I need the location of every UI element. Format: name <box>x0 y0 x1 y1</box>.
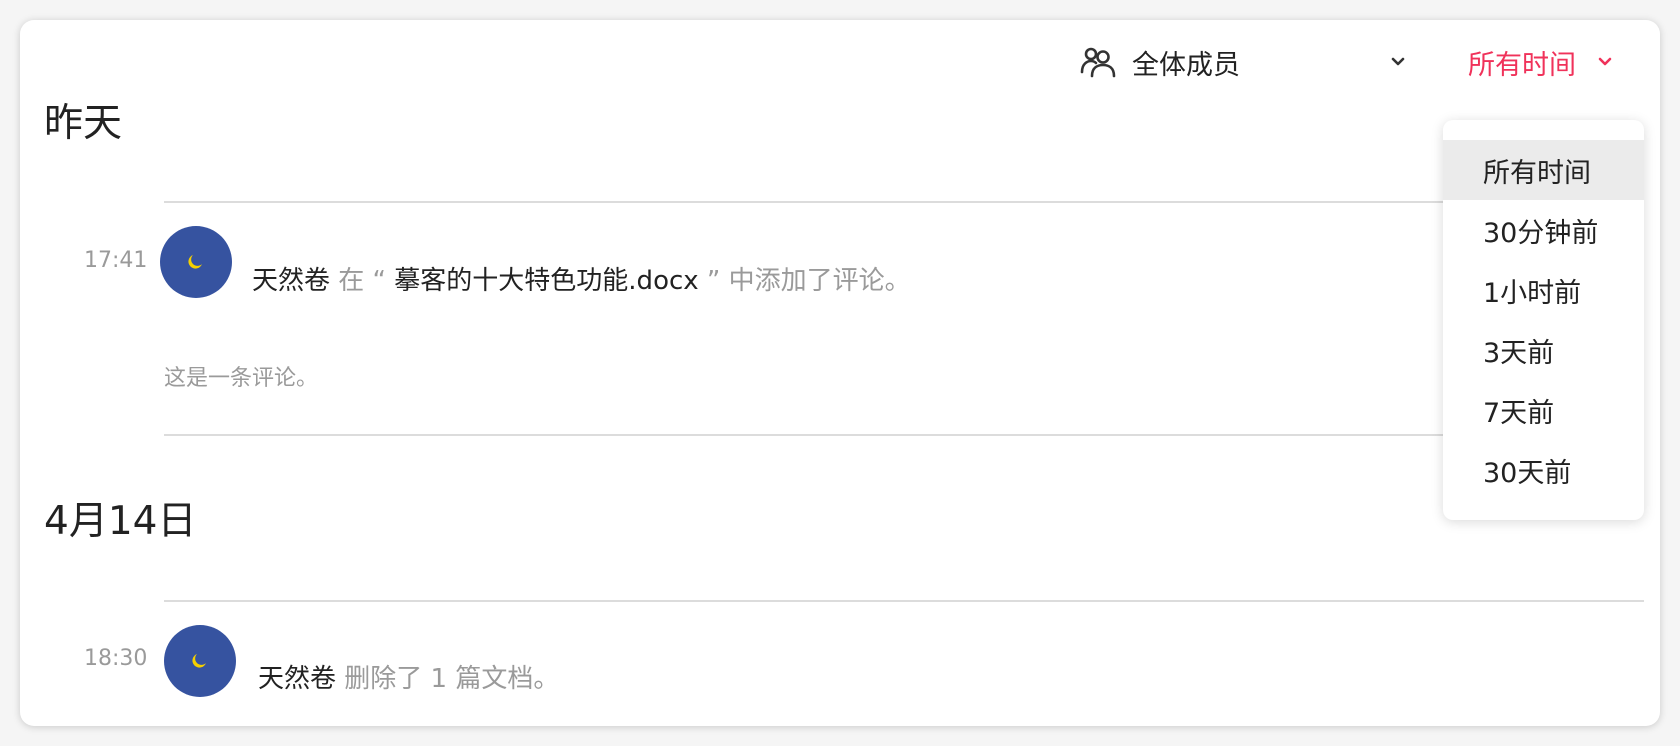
activity-action: 删除了 1 篇文档。 <box>344 664 560 694</box>
divider <box>164 201 1644 203</box>
member-filter-dropdown[interactable]: 全体成员 <box>1080 40 1405 84</box>
moon-icon <box>188 255 202 269</box>
activity-user[interactable]: 天然卷 <box>252 266 330 296</box>
time-filter-dropdown[interactable]: 所有时间 <box>1468 40 1612 84</box>
divider <box>164 600 1644 602</box>
activity-time: 17:41 <box>84 248 148 273</box>
activity-panel: 全体成员 所有时间 昨天 17:41 天然卷 在 “ 摹客的十大特色功能.doc… <box>20 20 1660 726</box>
activity-time: 18:30 <box>84 646 148 671</box>
people-icon <box>1080 45 1116 79</box>
member-filter-label: 全体成员 <box>1132 49 1240 81</box>
time-filter-menu: 所有时间 30分钟前 1小时前 3天前 7天前 30天前 <box>1443 120 1644 520</box>
activity-comment: 这是一条评论。 <box>164 366 319 391</box>
activity-post-text: ” 中添加了评论。 <box>706 266 911 296</box>
chevron-down-icon <box>1391 52 1405 71</box>
time-option-30days[interactable]: 30天前 <box>1443 440 1644 500</box>
activity-description: 天然卷 在 “ 摹客的十大特色功能.docx ” 中添加了评论。 <box>252 260 911 297</box>
activity-pre-text: 在 “ <box>338 266 387 296</box>
time-option-3days[interactable]: 3天前 <box>1443 320 1644 380</box>
time-option-all[interactable]: 所有时间 <box>1443 140 1644 200</box>
activity-document-link[interactable]: 摹客的十大特色功能.docx <box>394 266 698 296</box>
activity-user[interactable]: 天然卷 <box>258 664 336 694</box>
divider <box>164 434 1644 436</box>
chevron-down-icon <box>1598 57 1612 67</box>
time-option-30min[interactable]: 30分钟前 <box>1443 200 1644 260</box>
time-option-7days[interactable]: 7天前 <box>1443 380 1644 440</box>
activity-description: 天然卷 删除了 1 篇文档。 <box>258 658 559 695</box>
avatar[interactable] <box>164 625 236 697</box>
section-date-header: 昨天 <box>44 101 123 146</box>
section-date-header: 4月14日 <box>44 499 197 544</box>
moon-icon <box>192 654 206 668</box>
avatar[interactable] <box>160 226 232 298</box>
time-filter-label: 所有时间 <box>1468 49 1576 81</box>
time-option-1hour[interactable]: 1小时前 <box>1443 260 1644 320</box>
